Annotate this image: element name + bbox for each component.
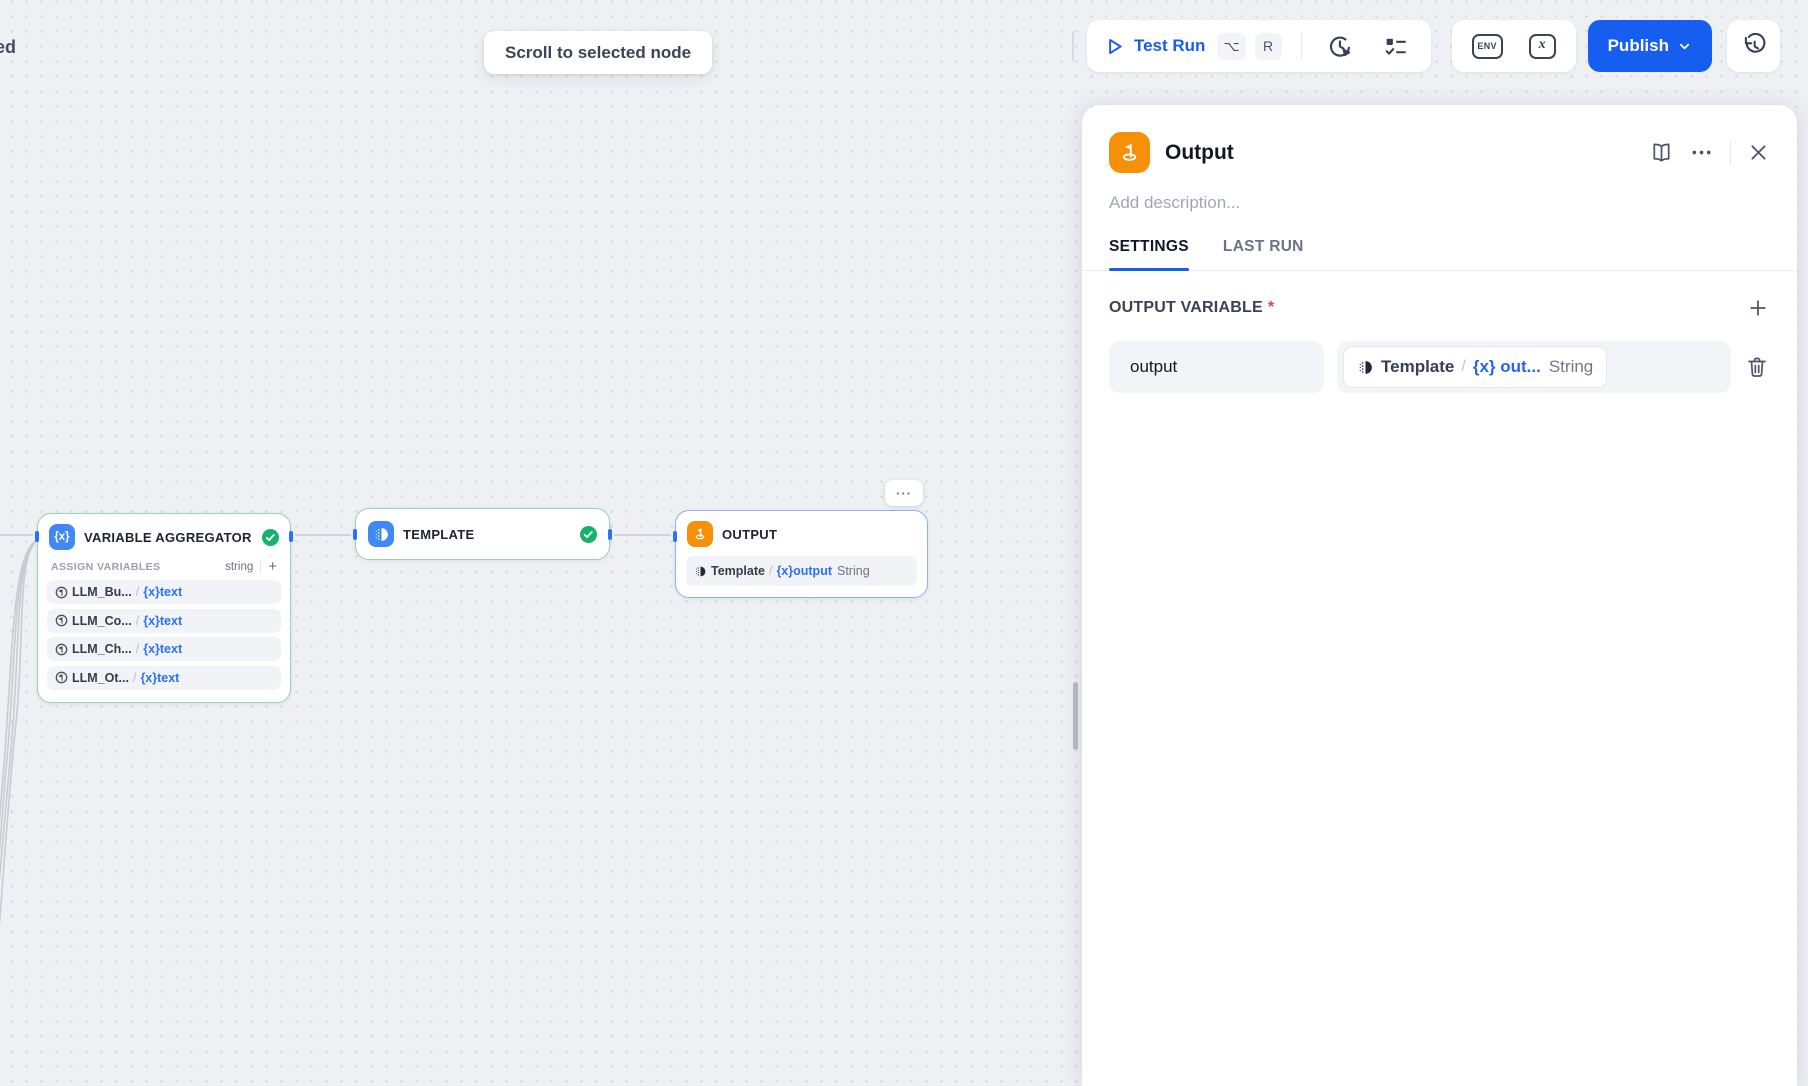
node-title: VARIABLE AGGREGATOR (84, 530, 253, 545)
slash: / (136, 614, 139, 628)
aggregated-variable-row[interactable]: LLM_Co... / {x}text (47, 609, 281, 633)
node-output[interactable]: OUTPUT Template / {x}output String (675, 510, 928, 598)
divider (1301, 33, 1302, 59)
aggregated-variable-row[interactable]: LLM_Ot... / {x}text (47, 666, 281, 690)
toolbar-divider (1072, 31, 1074, 61)
plus-icon (1747, 297, 1769, 319)
aggregated-variable-row[interactable]: LLM_Bu... / {x}text (47, 580, 281, 604)
tab-last-run[interactable]: LAST RUN (1223, 238, 1304, 270)
template-icon (368, 521, 394, 547)
variable-name: LLM_Ch... (72, 642, 132, 656)
canvas-scrollbar-thumb[interactable] (1073, 682, 1078, 750)
node-variable-aggregator[interactable]: {x} VARIABLE AGGREGATOR ASSIGN VARIABLES… (37, 513, 291, 703)
variable-ref: {x}text (140, 671, 179, 685)
source-node-icon (55, 643, 68, 656)
node-template[interactable]: TEMPLATE (355, 508, 610, 560)
success-check-icon (580, 526, 597, 543)
variable-name: LLM_Ot... (72, 671, 129, 685)
node-title: OUTPUT (722, 527, 916, 542)
panel-title: Output (1165, 141, 1635, 165)
required-mark: * (1268, 299, 1274, 317)
source-node-icon (55, 586, 68, 599)
version-history-button[interactable] (1727, 20, 1780, 72)
variable-value-selector[interactable]: Template / {x} out... String (1337, 341, 1731, 393)
run-controls-group: Test Run ⌥ R (1087, 20, 1431, 72)
node-more-options-button[interactable]: ··· (885, 480, 923, 506)
delete-variable-button[interactable] (1745, 355, 1769, 379)
variable-aggregator-icon: {x} (49, 524, 75, 550)
source-node-icon (55, 614, 68, 627)
kbd-option-badge: ⌥ (1217, 33, 1245, 60)
ref-node-name: Template (711, 564, 765, 578)
source-node-icon (55, 671, 68, 684)
history-clock-icon (1741, 33, 1767, 59)
slash: / (1461, 358, 1465, 376)
variable-x-icon: x (1529, 34, 1556, 59)
output-variable-chip[interactable]: Template / {x}output String (686, 556, 917, 586)
environment-group: ENV x (1452, 20, 1576, 72)
output-variable-label: OUTPUT VARIABLE (1109, 299, 1263, 317)
input-port[interactable] (353, 529, 357, 540)
output-port[interactable] (289, 531, 293, 542)
description-input[interactable]: Add description... (1109, 193, 1770, 213)
slash: / (136, 642, 139, 656)
assign-variables-label: ASSIGN VARIABLES (51, 561, 218, 573)
variable-ref: {x}text (143, 642, 182, 656)
success-check-icon (262, 529, 279, 546)
run-history-button[interactable] (1321, 33, 1360, 60)
slash: / (133, 671, 136, 685)
checklist-button[interactable] (1377, 34, 1414, 59)
node-config-panel: Output Add description... SETTINGS LAST … (1082, 105, 1797, 1086)
variable-ref: {x}text (143, 585, 182, 599)
input-port[interactable] (673, 531, 677, 542)
slash: / (136, 585, 139, 599)
ref-type: String (1549, 357, 1593, 377)
output-variable-section: OUTPUT VARIABLE * Template / {x} out... … (1082, 271, 1797, 393)
more-options-icon[interactable] (1690, 141, 1713, 164)
variable-ref: {x}text (143, 614, 182, 628)
panel-tabs: SETTINGS LAST RUN (1082, 238, 1797, 271)
template-mini-icon (1357, 359, 1374, 376)
ref-variable: {x} out... (1473, 357, 1541, 377)
env-icon: ENV (1472, 34, 1503, 59)
template-mini-icon (694, 565, 707, 578)
toolbar-right: Test Run ⌥ R ENV x Publish (1072, 20, 1780, 72)
ref-variable: {x}output (776, 564, 832, 578)
divider (260, 561, 261, 573)
ref-type: String (837, 564, 870, 578)
aggregated-variable-row[interactable]: LLM_Ch... / {x}text (47, 637, 281, 661)
close-icon[interactable] (1748, 142, 1769, 163)
aggregator-output-type: string (225, 561, 253, 573)
publish-button[interactable]: Publish (1588, 20, 1712, 72)
trash-icon (1745, 355, 1769, 379)
kbd-r-badge: R (1255, 33, 1282, 60)
test-run-button[interactable]: Test Run (1134, 36, 1205, 56)
scroll-to-selected-node-button[interactable]: Scroll to selected node (484, 31, 712, 74)
ref-node-name: Template (1381, 357, 1454, 377)
input-port[interactable] (35, 531, 39, 542)
variable-name: LLM_Bu... (72, 585, 132, 599)
play-icon[interactable] (1104, 36, 1125, 57)
output-flag-icon (687, 521, 713, 547)
output-variable-row: Template / {x} out... String (1109, 341, 1769, 393)
output-flag-icon (1109, 132, 1150, 173)
variable-name-input[interactable] (1109, 341, 1324, 393)
env-variables-button[interactable]: ENV (1466, 34, 1509, 59)
publish-label: Publish (1608, 36, 1669, 56)
docs-book-icon[interactable] (1650, 141, 1673, 164)
add-variable-button[interactable]: + (268, 559, 277, 574)
divider (1730, 141, 1731, 165)
output-port[interactable] (608, 529, 612, 540)
tab-settings[interactable]: SETTINGS (1109, 238, 1189, 270)
chevron-down-icon (1677, 39, 1692, 54)
slash: / (769, 564, 772, 578)
variable-name: LLM_Co... (72, 614, 132, 628)
variable-inspector-button[interactable]: x (1523, 34, 1562, 59)
add-output-variable-button[interactable] (1747, 297, 1769, 319)
variable-ref-chip[interactable]: Template / {x} out... String (1343, 346, 1607, 388)
node-title: TEMPLATE (403, 527, 571, 542)
